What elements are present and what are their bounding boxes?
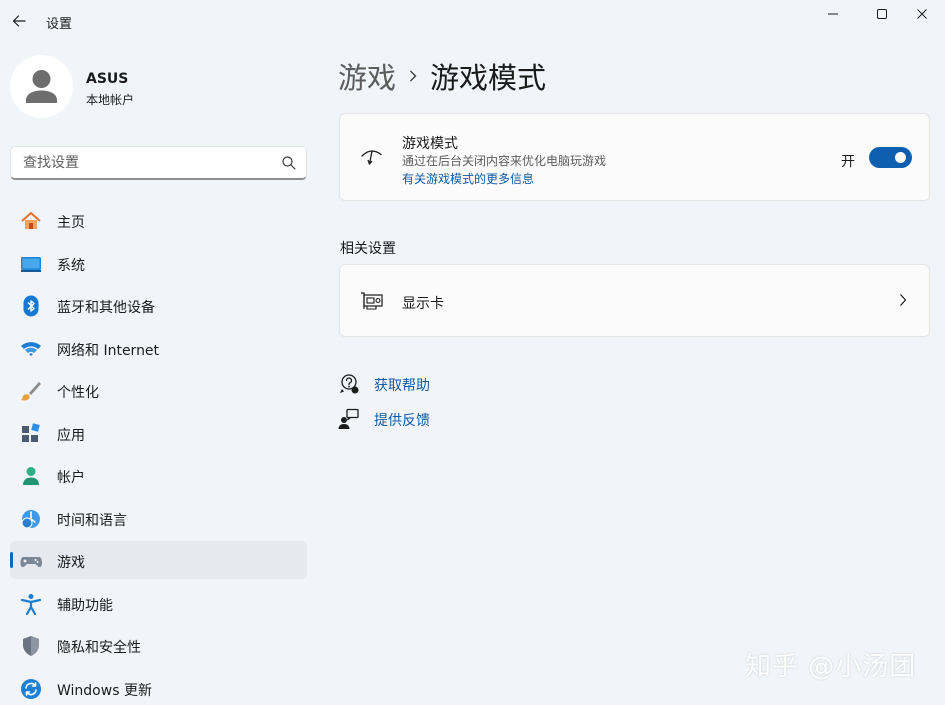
sidebar-item-home[interactable]: 主页 xyxy=(10,201,307,239)
update-icon xyxy=(21,678,41,699)
sidebar-item-accounts[interactable]: 帐户 xyxy=(10,456,307,494)
sidebar-item-network[interactable]: 网络和 Internet xyxy=(10,329,307,367)
graphics-card-icon xyxy=(361,292,383,310)
sidebar-item-label: 辅助功能 xyxy=(57,597,113,614)
close-icon xyxy=(917,9,927,19)
sidebar-item-label: 网络和 Internet xyxy=(57,342,160,359)
gamepad-icon xyxy=(20,557,42,567)
sidebar-item-label: 时间和语言 xyxy=(57,512,127,529)
page-title: 游戏模式 xyxy=(430,61,547,95)
sidebar-item-personalization[interactable]: 个性化 xyxy=(10,371,307,409)
toggle-knob xyxy=(895,152,906,163)
search-icon[interactable] xyxy=(281,155,297,171)
bluetooth-icon xyxy=(23,295,39,317)
shield-icon xyxy=(23,636,39,656)
sidebar-item-accessibility[interactable]: 辅助功能 xyxy=(10,584,307,622)
breadcrumb-parent[interactable]: 游戏 xyxy=(338,55,396,97)
account-icon xyxy=(23,467,39,485)
sidebar-item-windows-update[interactable]: Windows 更新 xyxy=(10,669,307,705)
graphics-label: 显示卡 xyxy=(402,296,444,312)
back-button[interactable] xyxy=(6,8,32,34)
sidebar-item-label: 游戏 xyxy=(57,555,85,571)
minimize-icon xyxy=(828,13,838,15)
sidebar-item-label: 主页 xyxy=(57,215,85,231)
sidebar-nav: 主页 系统 蓝牙和其他设备 网络和 Internet 个性化 应用 帐户 时间和… xyxy=(10,201,307,705)
close-button[interactable] xyxy=(899,0,945,28)
arrow-left-icon xyxy=(12,15,26,27)
search-box[interactable] xyxy=(10,146,307,180)
chevron-right-icon xyxy=(900,294,907,306)
help-icon xyxy=(340,374,359,394)
chevron-right-icon xyxy=(410,70,417,82)
game-mode-card: 游戏模式 通过在后台关闭内容来优化电脑玩游戏 有关游戏模式的更多信息 开 xyxy=(339,113,930,201)
sidebar-item-system[interactable]: 系统 xyxy=(10,244,307,282)
app-title: 设置 xyxy=(46,17,73,32)
game-mode-icon xyxy=(361,150,382,165)
sidebar-item-label: 个性化 xyxy=(57,385,99,401)
user-avatar-icon xyxy=(26,70,57,103)
account-type: 本地帐户 xyxy=(86,93,135,107)
sidebar-item-label: Windows 更新 xyxy=(57,682,152,699)
feedback-icon xyxy=(338,408,359,429)
title-bar: 设置 xyxy=(0,0,945,44)
home-icon xyxy=(21,212,41,229)
graphics-settings-row[interactable]: 显示卡 xyxy=(339,264,930,337)
accessibility-icon xyxy=(20,593,42,615)
brush-icon xyxy=(21,382,41,401)
sidebar-item-label: 系统 xyxy=(57,257,85,274)
game-mode-more-info-link[interactable]: 有关游戏模式的更多信息 xyxy=(402,170,534,187)
apps-icon xyxy=(22,422,40,442)
related-settings-title: 相关设置 xyxy=(340,241,396,257)
game-mode-description: 通过在后台关闭内容来优化电脑玩游戏 xyxy=(402,154,607,168)
sidebar-item-time-language[interactable]: 时间和语言 xyxy=(10,499,307,537)
game-mode-title: 游戏模式 xyxy=(402,136,458,152)
watermark: 知乎 @小汤团 xyxy=(745,652,917,682)
sidebar-item-label: 应用 xyxy=(57,427,85,444)
breadcrumb-separator xyxy=(396,61,430,91)
get-help-label: 获取帮助 xyxy=(374,378,430,394)
time-language-icon xyxy=(21,509,40,528)
maximize-icon xyxy=(877,9,887,19)
minimize-button[interactable] xyxy=(810,0,856,28)
sidebar-item-label: 蓝牙和其他设备 xyxy=(57,300,155,316)
sidebar-item-apps[interactable]: 应用 xyxy=(10,414,307,452)
wifi-icon xyxy=(21,341,41,356)
feedback-label: 提供反馈 xyxy=(374,413,430,429)
sidebar-item-bluetooth[interactable]: 蓝牙和其他设备 xyxy=(10,286,307,324)
sidebar-item-gaming[interactable]: 游戏 xyxy=(10,541,307,579)
toggle-state-label: 开 xyxy=(841,154,855,170)
game-mode-toggle[interactable] xyxy=(869,147,912,168)
avatar[interactable] xyxy=(10,55,73,118)
user-name: ASUS xyxy=(86,71,129,87)
sidebar-item-label: 帐户 xyxy=(57,470,85,486)
system-icon xyxy=(21,256,41,272)
search-input[interactable] xyxy=(11,147,271,178)
breadcrumb: 游戏 游戏模式 xyxy=(338,54,546,98)
sidebar-item-privacy[interactable]: 隐私和安全性 xyxy=(10,626,307,664)
sidebar-item-label: 隐私和安全性 xyxy=(57,640,141,656)
